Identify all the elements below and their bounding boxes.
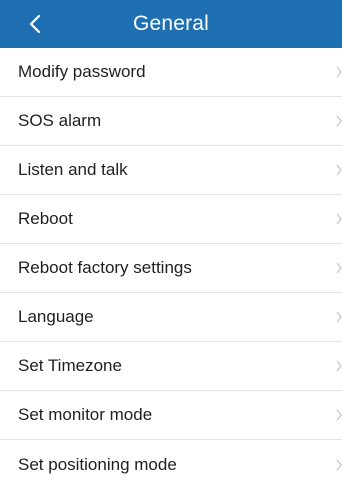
menu-item-modify-password[interactable]: Modify password	[0, 48, 342, 97]
settings-menu-list: Modify password SOS alarm Listen and tal…	[0, 48, 342, 489]
menu-item-label: Reboot factory settings	[18, 258, 192, 277]
chevron-right-icon	[336, 164, 342, 176]
menu-item-label: Listen and talk	[18, 160, 128, 179]
menu-item-reboot-factory-settings[interactable]: Reboot factory settings	[0, 244, 342, 293]
menu-item-set-monitor-mode[interactable]: Set monitor mode	[0, 391, 342, 440]
chevron-right-icon	[336, 66, 342, 78]
menu-item-sos-alarm[interactable]: SOS alarm	[0, 97, 342, 146]
menu-item-label: Set positioning mode	[18, 454, 177, 474]
menu-item-language[interactable]: Language	[0, 293, 342, 342]
chevron-right-icon	[336, 311, 342, 323]
chevron-right-icon	[336, 213, 342, 225]
menu-item-set-positioning-mode[interactable]: Set positioning mode	[0, 440, 342, 489]
chevron-right-icon	[336, 409, 342, 421]
back-button[interactable]	[0, 0, 60, 48]
chevron-right-icon	[336, 459, 342, 470]
chevron-right-icon	[336, 262, 342, 274]
chevron-right-icon	[336, 360, 342, 372]
menu-item-label: Set monitor mode	[18, 405, 153, 424]
menu-item-label: Language	[18, 307, 94, 326]
settings-screen: General Modify password SOS alarm Listen…	[0, 0, 342, 491]
header-bar: General	[0, 0, 342, 48]
menu-item-set-timezone[interactable]: Set Timezone	[0, 342, 342, 391]
chevron-right-icon	[336, 115, 342, 127]
menu-item-label: Set Timezone	[18, 356, 122, 375]
menu-item-reboot[interactable]: Reboot	[0, 195, 342, 244]
menu-item-label: Reboot	[18, 209, 73, 228]
menu-item-label: SOS alarm	[18, 111, 102, 130]
chevron-left-icon	[29, 14, 41, 34]
menu-item-listen-and-talk[interactable]: Listen and talk	[0, 146, 342, 195]
menu-item-label: Modify password	[18, 62, 146, 81]
